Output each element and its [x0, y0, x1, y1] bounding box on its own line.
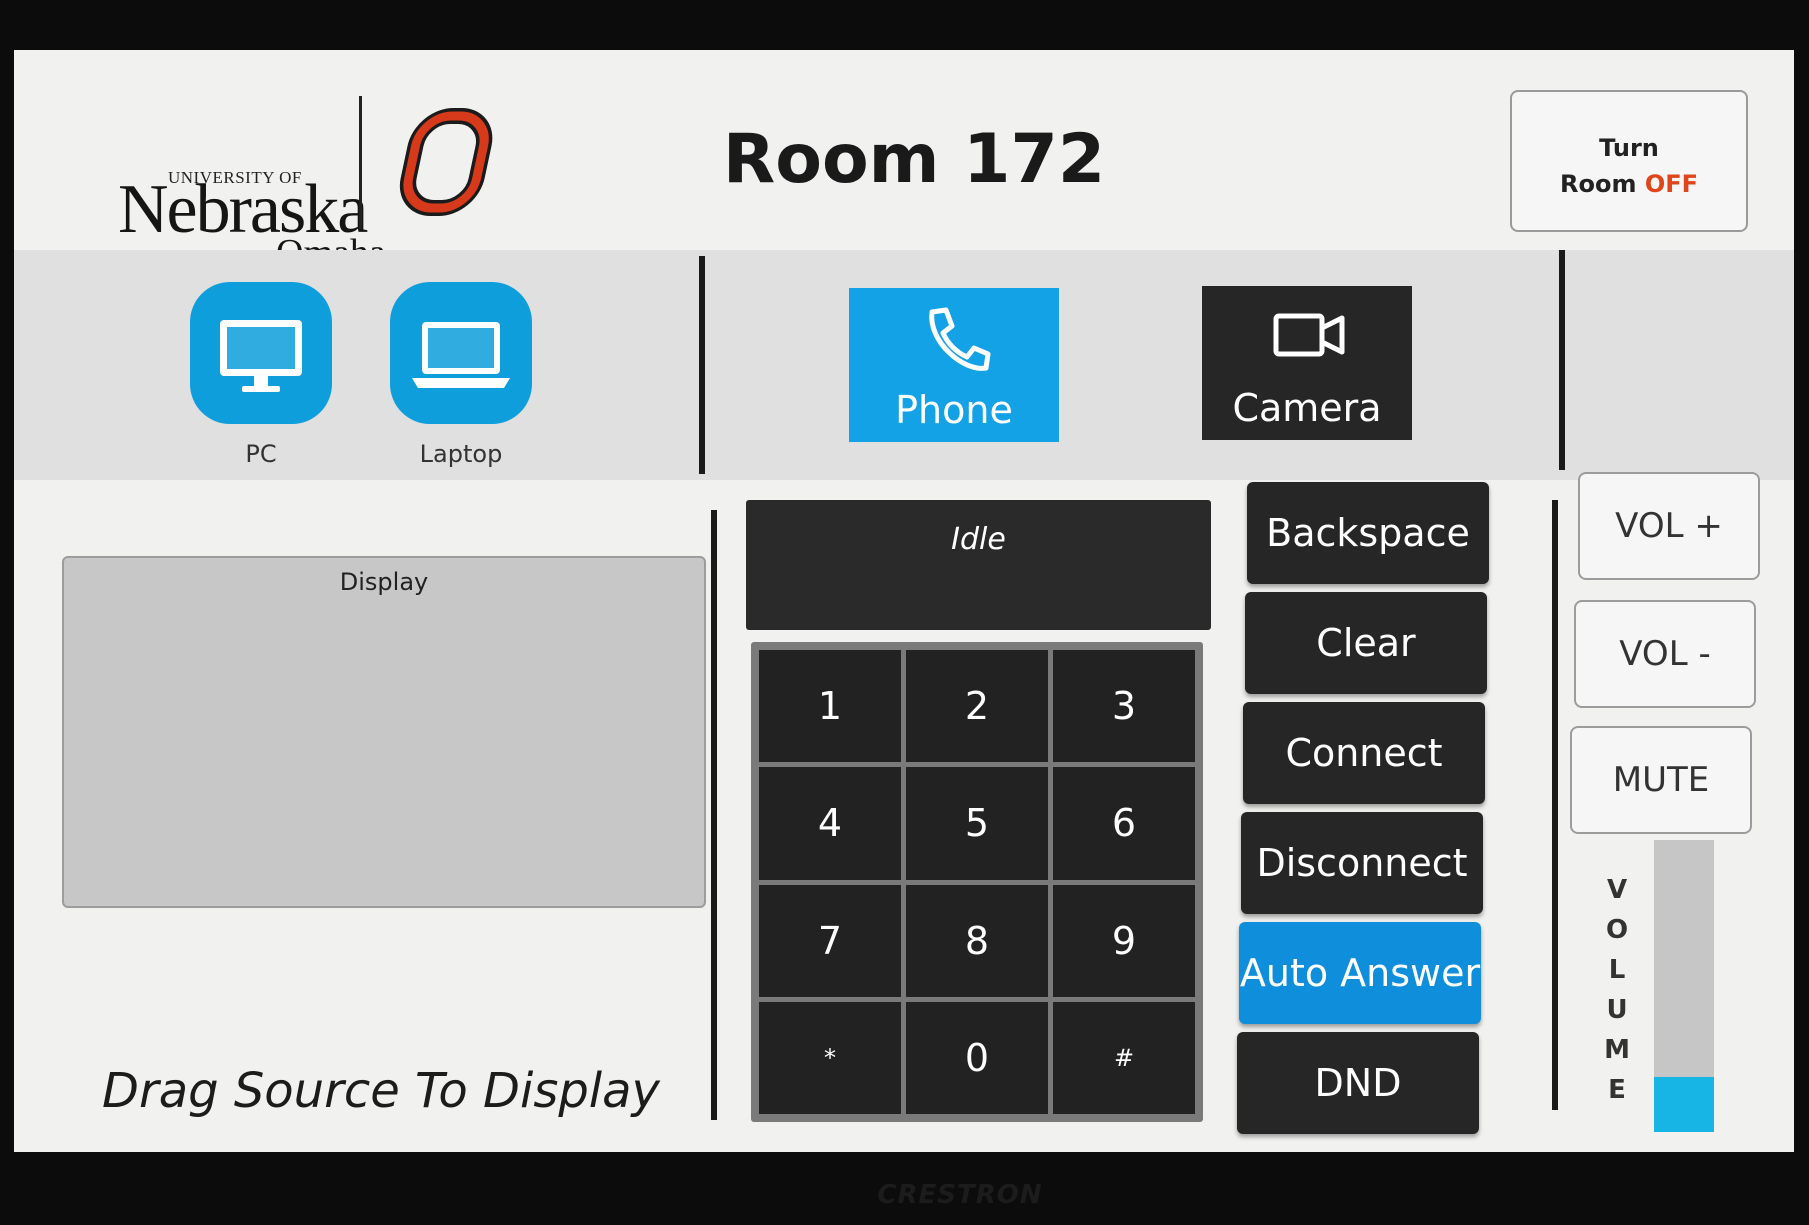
- connect-button[interactable]: Connect: [1243, 702, 1485, 804]
- off-text: OFF: [1644, 170, 1699, 198]
- key-6[interactable]: 6: [1053, 767, 1195, 880]
- drag-hint-text: Drag Source To Display: [102, 1063, 660, 1119]
- turn-room-off-button[interactable]: Turn Room OFF: [1510, 90, 1748, 232]
- omaha-o-logo-icon: [399, 108, 493, 216]
- key-2[interactable]: 2: [906, 650, 1048, 763]
- camera-mode-label: Camera: [1232, 386, 1382, 430]
- dnd-button[interactable]: DND: [1237, 1032, 1479, 1134]
- video-camera-icon: [1273, 313, 1345, 357]
- key-3[interactable]: 3: [1053, 650, 1195, 763]
- device-brand: CRESTRON: [877, 1180, 1043, 1210]
- divider: [699, 256, 705, 474]
- volume-level-fill: [1654, 1076, 1714, 1132]
- disconnect-button[interactable]: Disconnect: [1241, 812, 1483, 914]
- key-star[interactable]: *: [759, 1001, 901, 1114]
- key-5[interactable]: 5: [906, 767, 1048, 880]
- divider: [711, 510, 717, 1120]
- volume-label: V O L U M E: [1604, 875, 1630, 1105]
- room-off-line1: Turn: [1599, 134, 1659, 162]
- laptop-source-label: Laptop: [419, 440, 503, 468]
- volume-up-button[interactable]: VOL +: [1578, 472, 1760, 580]
- clear-button[interactable]: Clear: [1245, 592, 1487, 694]
- room-off-line2: Room OFF: [1559, 170, 1699, 198]
- laptop-icon: [412, 322, 510, 388]
- pc-source-button[interactable]: [190, 282, 332, 424]
- key-1[interactable]: 1: [759, 650, 901, 763]
- auto-answer-button[interactable]: Auto Answer: [1239, 922, 1481, 1024]
- call-status: Idle: [746, 500, 1211, 630]
- mute-button[interactable]: MUTE: [1570, 726, 1752, 834]
- divider: [1552, 500, 1558, 1110]
- key-hash[interactable]: #: [1053, 1001, 1195, 1114]
- display-label: Display: [339, 568, 429, 596]
- logo-divider: [359, 96, 362, 229]
- divider: [1559, 250, 1565, 470]
- volume-meter: [1654, 840, 1714, 1132]
- key-0[interactable]: 0: [906, 1001, 1048, 1114]
- touch-screen: UNIVERSITY OF Nebraska Omaha Room 172 Tu…: [14, 50, 1794, 1152]
- pc-source-label: PC: [245, 440, 277, 468]
- key-9[interactable]: 9: [1053, 884, 1195, 997]
- page-title: Room 172: [722, 120, 1106, 199]
- backspace-button[interactable]: Backspace: [1247, 482, 1489, 584]
- key-7[interactable]: 7: [759, 884, 901, 997]
- monitor-icon: [220, 320, 302, 392]
- key-8[interactable]: 8: [906, 884, 1048, 997]
- phone-icon: [929, 307, 991, 371]
- display-drop-zone[interactable]: Display: [62, 556, 706, 908]
- laptop-source-button[interactable]: [390, 282, 532, 424]
- key-4[interactable]: 4: [759, 767, 901, 880]
- dial-keypad: 1 2 3 4 5 6 7 8 9 * 0 #: [751, 642, 1203, 1122]
- volume-down-button[interactable]: VOL -: [1574, 600, 1756, 708]
- phone-mode-button[interactable]: Phone: [849, 288, 1059, 442]
- phone-mode-label: Phone: [895, 388, 1013, 432]
- camera-mode-button[interactable]: Camera: [1202, 286, 1412, 440]
